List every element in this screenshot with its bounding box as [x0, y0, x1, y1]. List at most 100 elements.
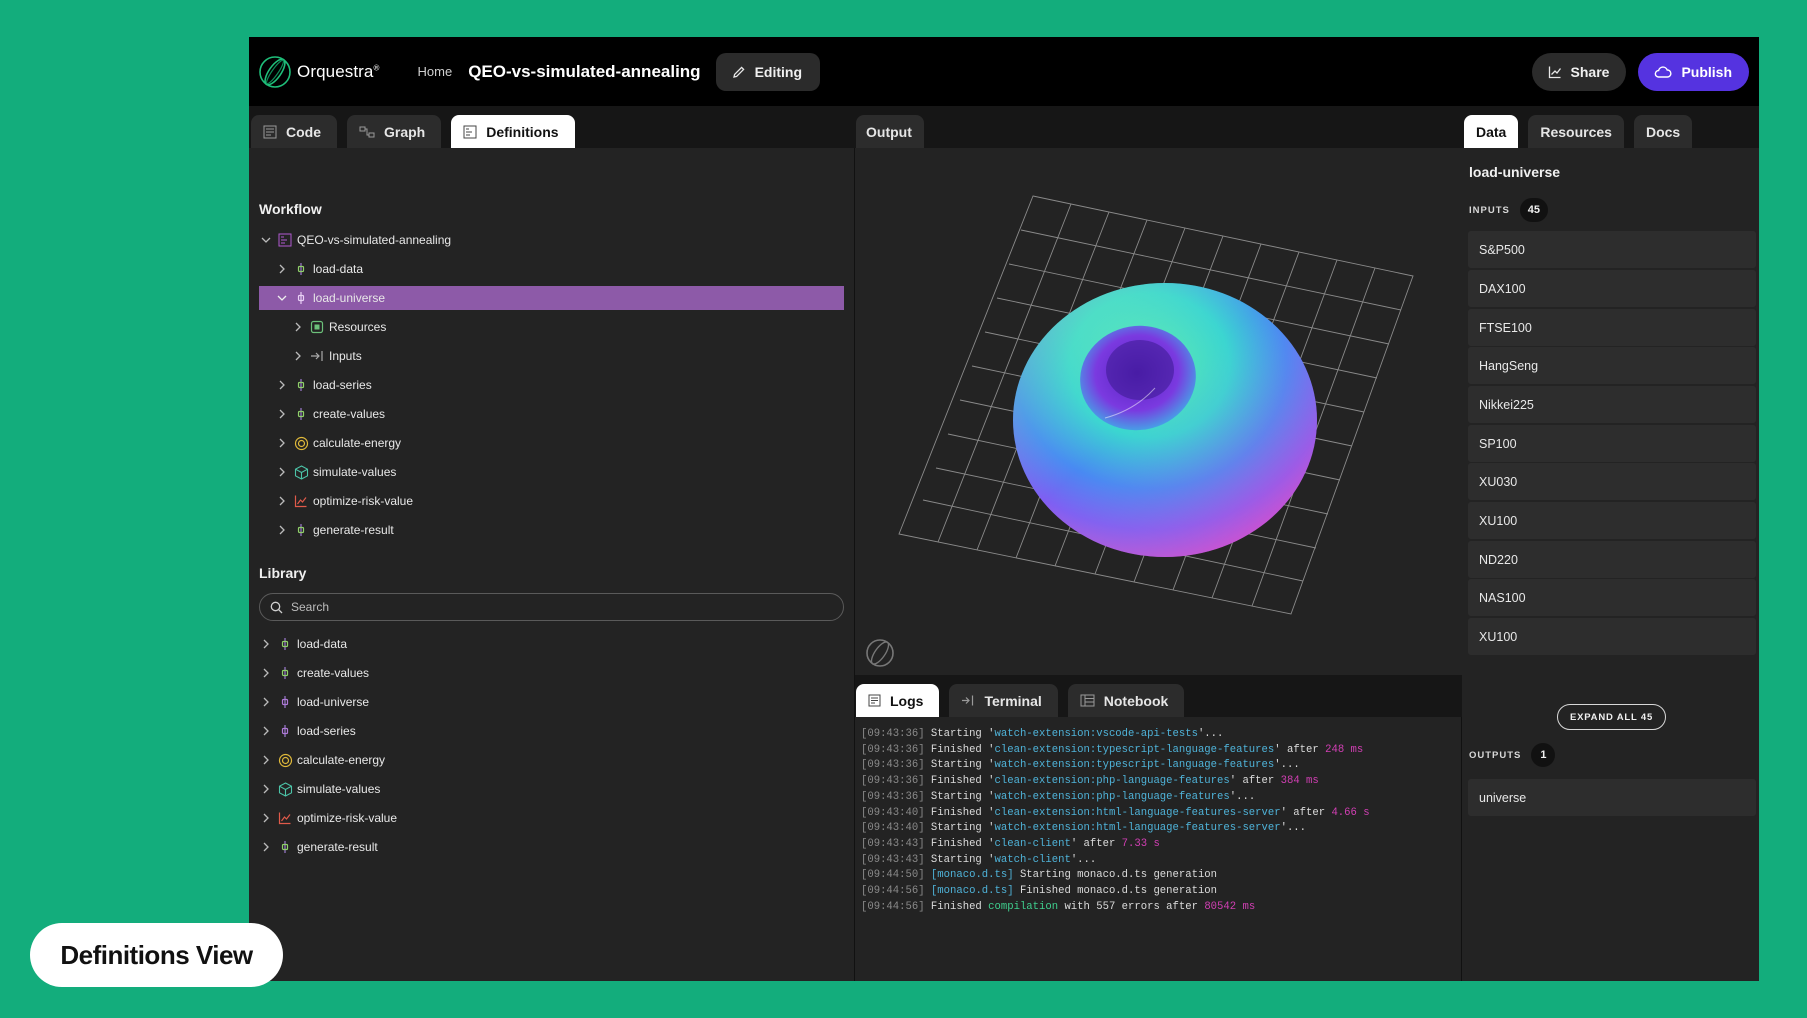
- chevron-right-icon[interactable]: [275, 494, 289, 508]
- log-line: [09:44:56] Finished compilation with 557…: [861, 900, 1461, 916]
- library-item-generate-result[interactable]: generate-result: [259, 835, 844, 859]
- log-line: [09:43:36] Finished 'clean-extension:typ…: [861, 743, 1461, 759]
- tab-docs[interactable]: Docs: [1633, 115, 1693, 148]
- view-caption-badge: Definitions View: [30, 923, 283, 987]
- log-text: compilation: [988, 900, 1059, 913]
- tab-definitions-label: Definitions: [486, 123, 559, 140]
- input-item[interactable]: XU030: [1468, 463, 1756, 500]
- log-text: watch-extension:html-language-features-s…: [994, 822, 1281, 835]
- torus-render: [898, 195, 1414, 615]
- chevron-right-icon[interactable]: [259, 811, 273, 825]
- tab-terminal-label: Terminal: [984, 692, 1042, 709]
- breadcrumb-home[interactable]: Home: [418, 64, 453, 79]
- terminal-icon: [962, 695, 974, 706]
- library-item-label: optimize-risk-value: [297, 811, 398, 825]
- workflow-item-simulate-values[interactable]: simulate-values: [259, 460, 844, 484]
- chevron-right-icon[interactable]: [275, 262, 289, 276]
- output-3d-viewer[interactable]: [855, 148, 1463, 675]
- chevron-down-icon[interactable]: [275, 291, 289, 305]
- chevron-right-icon[interactable]: [259, 637, 273, 651]
- tab-logs-label: Logs: [890, 692, 924, 709]
- workflow-item-inputs[interactable]: Inputs: [259, 344, 844, 368]
- workflow-item-label: optimize-risk-value: [313, 494, 414, 508]
- library-item-load-data[interactable]: load-data: [259, 632, 844, 656]
- chevron-right-icon[interactable]: [275, 407, 289, 421]
- tab-terminal[interactable]: Terminal: [949, 684, 1058, 717]
- input-item[interactable]: XU100: [1468, 618, 1756, 655]
- workflow-item-load-data[interactable]: load-data: [259, 257, 844, 281]
- workflow-root[interactable]: QEO-vs-simulated-annealing: [259, 228, 844, 252]
- workflow-item-generate-result[interactable]: generate-result: [259, 518, 844, 542]
- tab-definitions[interactable]: Definitions: [451, 115, 575, 148]
- library-item-label: calculate-energy: [297, 753, 386, 767]
- input-item[interactable]: Nikkei225: [1468, 386, 1756, 423]
- chevron-right-icon[interactable]: [291, 349, 305, 363]
- chevron-down-icon[interactable]: [259, 233, 273, 247]
- chevron-right-icon[interactable]: [259, 782, 273, 796]
- tab-resources[interactable]: Resources: [1528, 115, 1624, 148]
- chevron-right-icon[interactable]: [275, 465, 289, 479]
- editing-button[interactable]: Editing: [715, 52, 821, 91]
- output-tabbar: Output: [854, 106, 1462, 148]
- tab-logs[interactable]: Logs: [856, 684, 940, 717]
- input-item[interactable]: NAS100: [1468, 579, 1756, 616]
- brand-logo[interactable]: Orquestra®: [258, 55, 380, 89]
- log-line: [09:43:36] Starting 'watch-extension:typ…: [861, 758, 1461, 774]
- tab-output[interactable]: Output: [856, 115, 924, 148]
- library-item-label: simulate-values: [297, 782, 381, 796]
- workflow-item-label: load-universe: [313, 291, 386, 305]
- chevron-right-icon[interactable]: [291, 320, 305, 334]
- log-text: Finished: [924, 900, 989, 913]
- inputs-header: INPUTS 45: [1469, 198, 1548, 222]
- workflow-item-create-values[interactable]: create-values: [259, 402, 844, 426]
- workflow-item-load-series[interactable]: load-series: [259, 373, 844, 397]
- chevron-right-icon[interactable]: [259, 840, 273, 854]
- library-item-create-values[interactable]: create-values: [259, 661, 844, 685]
- library-item-optimize-risk-value[interactable]: optimize-risk-value: [259, 806, 844, 830]
- log-text: clean-extension:php-language-features: [994, 775, 1230, 788]
- input-item[interactable]: SP100: [1468, 425, 1756, 462]
- log-timestamp: [09:43:36]: [861, 775, 925, 788]
- chevron-right-icon[interactable]: [259, 724, 273, 738]
- input-item[interactable]: HangSeng: [1468, 347, 1756, 384]
- share-button[interactable]: Share: [1531, 52, 1627, 91]
- output-item[interactable]: universe: [1468, 779, 1756, 816]
- library-item-load-series[interactable]: load-series: [259, 719, 844, 743]
- workflow-item-calculate-energy[interactable]: calculate-energy: [259, 431, 844, 455]
- workflow-item-optimize-risk-value[interactable]: optimize-risk-value: [259, 489, 844, 513]
- input-item[interactable]: DAX100: [1468, 270, 1756, 307]
- cloud-icon: [1655, 65, 1672, 78]
- chevron-right-icon[interactable]: [259, 695, 273, 709]
- chevron-right-icon[interactable]: [275, 523, 289, 537]
- chevron-right-icon[interactable]: [275, 378, 289, 392]
- log-timestamp: [09:43:43]: [861, 837, 925, 850]
- chevron-right-icon[interactable]: [259, 753, 273, 767]
- library-search[interactable]: [259, 593, 844, 621]
- workflow-item-load-universe[interactable]: load-universe: [259, 286, 844, 310]
- expand-all-button[interactable]: EXPAND ALL 45: [1557, 704, 1666, 730]
- library-item-load-universe[interactable]: load-universe: [259, 690, 844, 714]
- publish-button[interactable]: Publish: [1638, 52, 1749, 91]
- workflow-item-label: create-values: [313, 407, 386, 421]
- chevron-right-icon[interactable]: [259, 666, 273, 680]
- tab-notebook[interactable]: Notebook: [1067, 684, 1185, 717]
- chevron-right-icon[interactable]: [275, 436, 289, 450]
- tab-data[interactable]: Data: [1464, 115, 1519, 148]
- log-text: 7.33 s: [1121, 837, 1160, 850]
- library-item-simulate-values[interactable]: simulate-values: [259, 777, 844, 801]
- library-heading: Library: [259, 565, 307, 581]
- log-text: ' after: [1229, 775, 1281, 788]
- library-search-input[interactable]: [291, 600, 791, 614]
- tab-code[interactable]: Code: [251, 115, 337, 148]
- log-text: Finished ': [924, 837, 995, 850]
- input-item[interactable]: FTSE100: [1468, 309, 1756, 346]
- library-item-calculate-energy[interactable]: calculate-energy: [259, 748, 844, 772]
- input-item[interactable]: XU100: [1468, 502, 1756, 539]
- input-item[interactable]: ND220: [1468, 541, 1756, 578]
- log-text: 248 ms: [1325, 743, 1364, 756]
- tab-graph[interactable]: Graph: [347, 115, 442, 148]
- log-line: [09:44:50] [monaco.d.ts] Starting monaco…: [861, 868, 1461, 884]
- tab-output-label: Output: [866, 123, 912, 140]
- input-item[interactable]: S&P500: [1468, 231, 1756, 268]
- workflow-item-resources[interactable]: Resources: [259, 315, 844, 339]
